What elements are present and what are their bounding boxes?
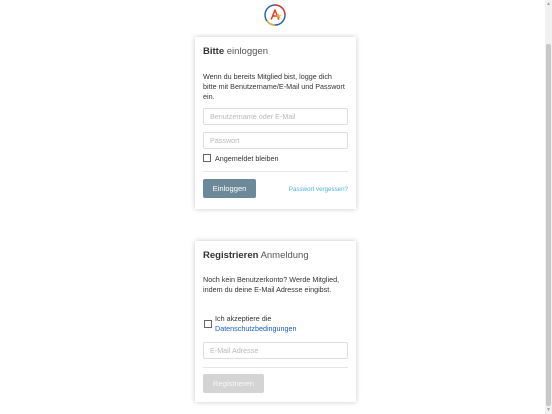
vertical-scrollbar[interactable]: ▲ ▼ (545, 0, 552, 414)
register-email-input[interactable] (203, 342, 348, 359)
login-description: Wenn du bereits Mitglied bist, logge dic… (203, 72, 345, 102)
register-card: Registrieren Anmeldung Noch kein Benutze… (195, 241, 356, 402)
register-title: Registrieren Anmeldung (203, 249, 348, 262)
login-divider (203, 171, 348, 172)
remember-me-checkbox[interactable] (203, 154, 211, 162)
forgot-password-link[interactable]: Passwort vergessen? (289, 186, 348, 193)
login-title-light: einloggen (226, 46, 268, 57)
accept-privacy-label: Ich akzeptiere die Datenschutzbedingunge… (215, 314, 297, 334)
accept-privacy-checkbox[interactable] (204, 320, 212, 328)
register-title-bold: Registrieren (203, 250, 259, 261)
login-card: Bitte einloggen Wenn du bereits Mitglied… (195, 37, 356, 209)
register-description: Noch kein Benutzerkonto? Werde Mitglied,… (203, 275, 340, 295)
scrollbar-thumb[interactable] (546, 44, 551, 406)
remember-me-label[interactable]: Angemeldet bleiben (215, 154, 279, 164)
register-button[interactable]: Registrieren (203, 374, 264, 393)
register-title-light: Anmeldung (260, 250, 309, 261)
scroll-down-arrow-icon[interactable]: ▼ (545, 406, 552, 414)
login-title-bold: Bitte (203, 46, 225, 57)
login-title: Bitte einloggen (203, 45, 348, 58)
login-button[interactable]: Einloggen (203, 179, 256, 198)
accept-privacy-prefix: Ich akzeptiere die (215, 314, 272, 323)
logo-icon (264, 4, 286, 26)
page-viewport: Bitte einloggen Wenn du bereits Mitglied… (0, 0, 545, 414)
username-input[interactable] (203, 108, 348, 125)
register-divider (203, 367, 348, 368)
scroll-up-arrow-icon[interactable]: ▲ (545, 0, 552, 8)
privacy-policy-link[interactable]: Datenschutzbedingungen (215, 324, 297, 333)
password-input[interactable] (203, 132, 348, 149)
